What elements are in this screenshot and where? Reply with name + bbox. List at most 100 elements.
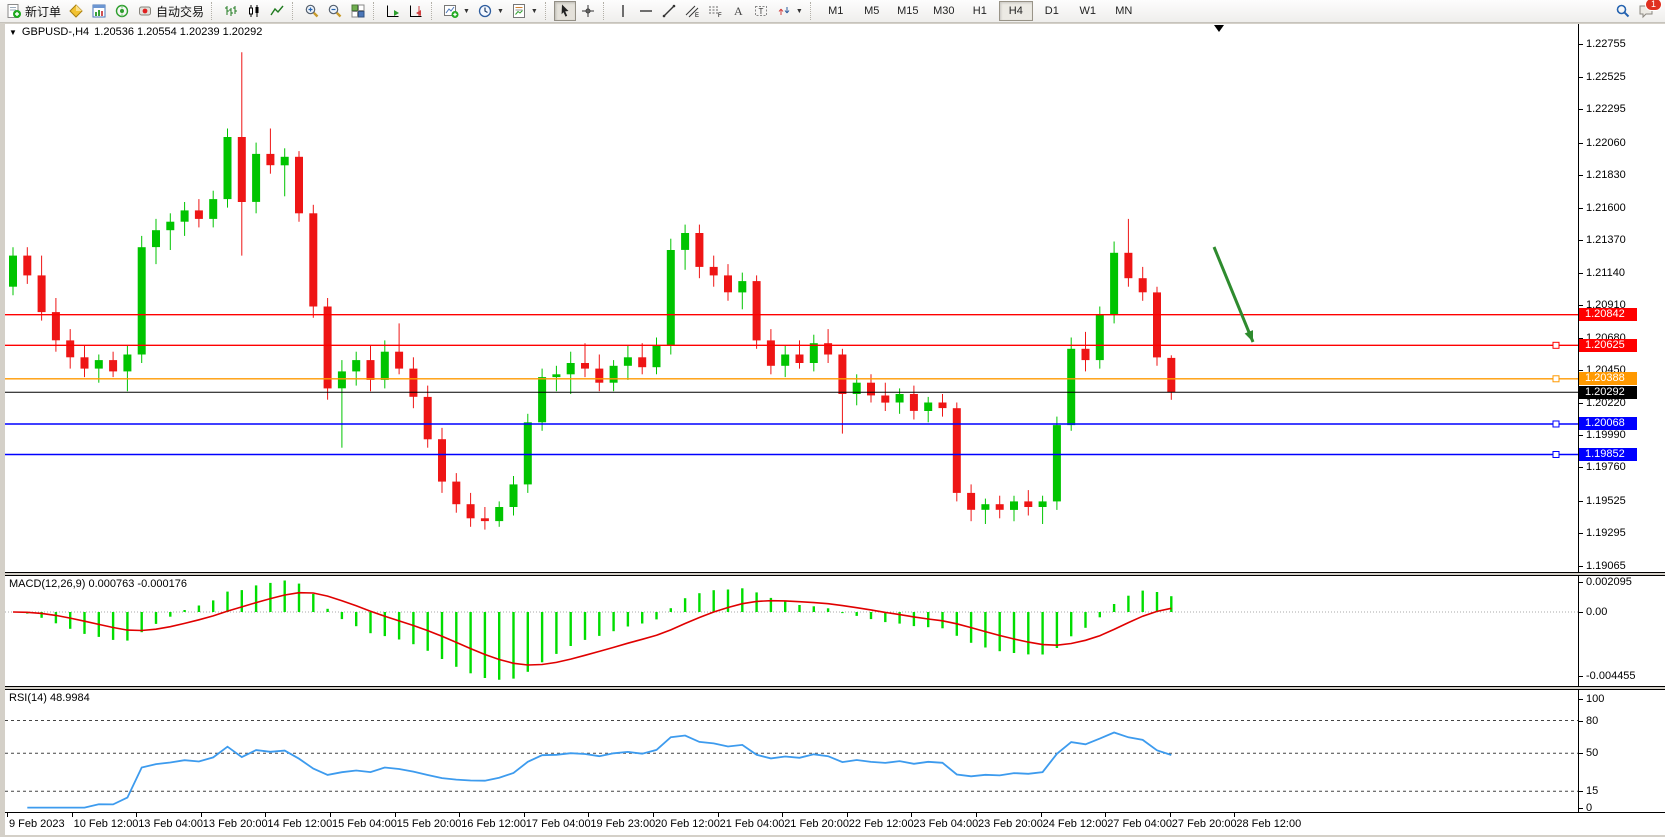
time-tick (976, 813, 977, 817)
svg-text:E: E (695, 13, 699, 19)
zoom-out-button[interactable] (324, 1, 346, 21)
new-chart-button[interactable]: ▼ (440, 1, 473, 21)
signals-button[interactable] (111, 1, 133, 21)
time-axis[interactable]: 9 Feb 202310 Feb 12:0013 Feb 04:0013 Feb… (5, 812, 1665, 835)
candle (610, 366, 618, 383)
chart-window: ▼ GBPUSD-,H4 1.20536 1.20554 1.20239 1.2… (0, 23, 1665, 837)
text-tool-button[interactable]: A (727, 1, 749, 21)
timeframe-mn-button[interactable]: MN (1107, 1, 1141, 21)
cursor-tool-button[interactable] (554, 1, 576, 21)
timeframe-m1-button[interactable]: M1 (819, 1, 853, 21)
candle (510, 484, 518, 507)
line-chart-mode-button[interactable] (266, 1, 288, 21)
notification-count-badge: 1 (1645, 0, 1662, 11)
chart-title: ▼ GBPUSD-,H4 1.20536 1.20554 1.20239 1.2… (9, 26, 262, 38)
timeframe-w1-button[interactable]: W1 (1071, 1, 1105, 21)
axis-label: -0.004455 (1579, 670, 1636, 683)
candle (166, 222, 174, 231)
autotrading-button[interactable]: 自动交易 (134, 1, 207, 21)
axis-label: 1.22060 (1579, 137, 1626, 150)
price-axis[interactable]: 1.227551.225251.222951.220601.218301.216… (1579, 24, 1665, 572)
price-line-badge: 1.20388 (1579, 372, 1637, 385)
auto-scroll-button[interactable] (382, 1, 404, 21)
horizontal-line-tool-button[interactable] (635, 1, 657, 21)
metaeditor-button[interactable] (65, 1, 87, 21)
arrows-tool-button[interactable]: ▼ (773, 1, 806, 21)
time-tick (653, 813, 654, 817)
metaeditor-icon (68, 3, 84, 19)
text-label-icon: T (753, 3, 769, 19)
axis-label: 50 (1579, 747, 1598, 760)
candle (1139, 278, 1147, 292)
toolbar-separator (292, 2, 297, 20)
timeframe-h1-button[interactable]: H1 (963, 1, 997, 21)
text-label-tool-button[interactable]: T (750, 1, 772, 21)
axis-label: 15 (1579, 785, 1598, 798)
rsi-label: RSI(14) 48.9984 (9, 692, 90, 704)
bar-chart-mode-button[interactable] (220, 1, 242, 21)
market-watch-button[interactable] (88, 1, 110, 21)
time-tick (136, 813, 137, 817)
candlestick-mode-button[interactable] (243, 1, 265, 21)
arrow-annotation[interactable] (1214, 247, 1253, 342)
candle (209, 199, 217, 219)
arrow-head (1245, 330, 1253, 342)
candle (66, 340, 74, 357)
chart-shift-marker[interactable] (1214, 25, 1224, 32)
axis-label: 1.21370 (1579, 234, 1626, 247)
text-tool-icon: A (730, 3, 746, 19)
candle (266, 154, 274, 165)
candle (981, 504, 989, 510)
candle (810, 343, 818, 363)
line-handle[interactable] (1553, 342, 1559, 348)
periods-button[interactable]: ▼ (474, 1, 507, 21)
rsi-axis: 1008050150 (1579, 690, 1665, 812)
time-tick (201, 813, 202, 817)
candle (224, 137, 232, 199)
equidistant-channel-icon: E (684, 3, 700, 19)
timeframe-d1-button[interactable]: D1 (1035, 1, 1069, 21)
line-handle[interactable] (1553, 376, 1559, 382)
trendline-tool-button[interactable] (658, 1, 680, 21)
vertical-line-tool-button[interactable] (612, 1, 634, 21)
time-tick (72, 813, 73, 817)
macd-plot-area[interactable]: MACD(12,26,9) 0.000763 -0.000176 (5, 576, 1579, 686)
timeframe-m30-button[interactable]: M30 (927, 1, 961, 21)
time-label: 10 Feb 12:00 (74, 818, 139, 830)
market-watch-icon (91, 3, 107, 19)
templates-button[interactable]: ▼ (508, 1, 541, 21)
search-button[interactable] (1612, 1, 1634, 21)
timeframe-h4-button[interactable]: H4 (999, 1, 1033, 21)
toolbar-separator (373, 2, 378, 20)
timeframe-m15-button[interactable]: M15 (891, 1, 925, 21)
main-plot-area[interactable]: ▼ GBPUSD-,H4 1.20536 1.20554 1.20239 1.2… (5, 24, 1579, 572)
toolbar-separator (810, 2, 815, 20)
macd-pane: MACD(12,26,9) 0.000763 -0.000176 0.00209… (5, 576, 1665, 686)
rsi-plot-area[interactable]: RSI(14) 48.9984 (5, 690, 1579, 812)
time-label: 14 Feb 12:00 (267, 818, 332, 830)
line-handle[interactable] (1553, 421, 1559, 427)
crosshair-tool-button[interactable] (577, 1, 599, 21)
axis-label: 1.19760 (1579, 461, 1626, 474)
candle (452, 482, 460, 505)
price-line-badge: 1.19852 (1579, 448, 1637, 461)
time-label: 9 Feb 2023 (9, 818, 65, 830)
time-tick (524, 813, 525, 817)
new-order-button[interactable]: 新订单 (3, 1, 64, 21)
time-label: 21 Feb 04:00 (720, 818, 785, 830)
equidistant-channel-tool-button[interactable]: E (681, 1, 703, 21)
time-tick (588, 813, 589, 817)
toolbar-separator (431, 2, 436, 20)
time-label: 19 Feb 23:00 (590, 818, 655, 830)
line-handle[interactable] (1553, 451, 1559, 457)
fibonacci-tool-button[interactable]: F (704, 1, 726, 21)
timeframe-m5-button[interactable]: M5 (855, 1, 889, 21)
notifications-button[interactable]: 1 (1635, 1, 1658, 21)
candle (424, 397, 432, 439)
chart-shift-button[interactable] (405, 1, 427, 21)
symbol-dropdown-icon[interactable]: ▼ (9, 28, 17, 37)
zoom-in-button[interactable] (301, 1, 323, 21)
fibonacci-icon: F (707, 3, 723, 19)
tile-windows-button[interactable] (347, 1, 369, 21)
candle (9, 256, 17, 287)
